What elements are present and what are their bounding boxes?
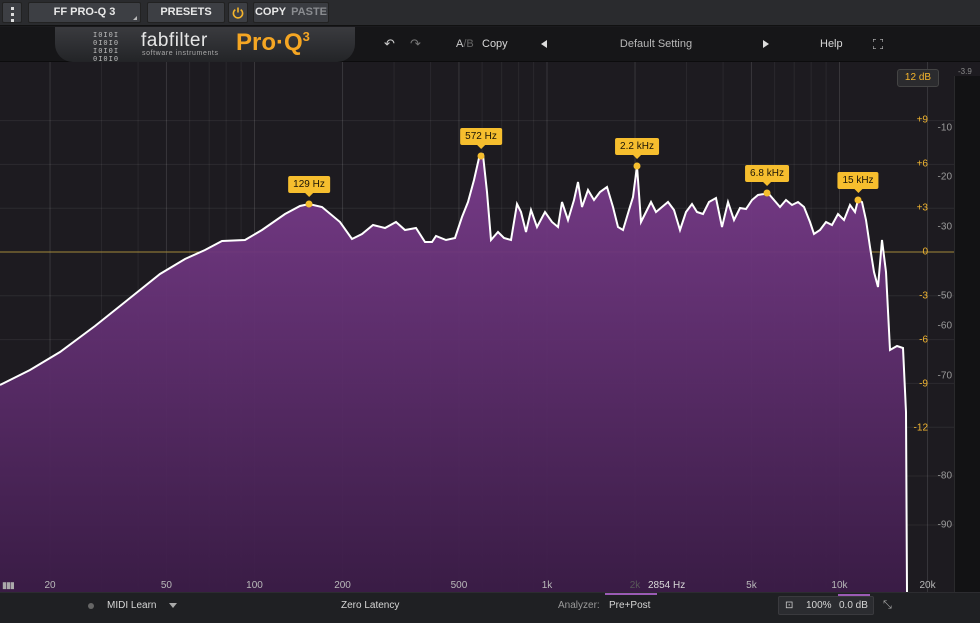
fabfilter-logo-icon: I0I0I 0I0I0 I0I0I 0I0I0 — [93, 31, 120, 63]
copy-paste-group: COPY PASTE — [253, 2, 329, 23]
output-options-icon[interactable]: ⊡ — [785, 600, 793, 611]
analyzer-scale-tick: -50 — [937, 290, 952, 302]
eq-scale-tick: +3 — [916, 202, 928, 214]
band-frequency-label[interactable]: 572 Hz — [460, 128, 502, 149]
analyzer-indicator — [605, 593, 657, 595]
plugin-header: I0I0I 0I0I0 I0I0I 0I0I0 fabfilter software … — [0, 27, 980, 63]
frequency-label: 100 — [246, 580, 263, 591]
product-name: Pro·Q3 — [236, 29, 310, 56]
brand-name: fabfilter — [141, 30, 208, 51]
status-led-icon — [88, 603, 94, 609]
resize-icon[interactable]: ⤡ — [883, 599, 892, 612]
frequency-label: 500 — [450, 580, 468, 591]
eq-scale-tick: -9 — [919, 378, 928, 390]
analyzer-scale-tick: -90 — [937, 519, 952, 531]
zoom-value[interactable]: 100% — [806, 600, 832, 611]
analyzer-scale-tick: -10 — [937, 122, 952, 134]
prev-preset-icon[interactable] — [541, 40, 547, 48]
frequency-label: 50 — [160, 580, 172, 591]
frequency-label: 20k — [919, 580, 936, 591]
eq-band-node[interactable] — [305, 200, 313, 208]
fullscreen-icon[interactable] — [873, 39, 883, 49]
output-gain-value[interactable]: 0.0 dB — [839, 600, 868, 611]
frequency-label: 20 — [44, 580, 56, 591]
brand-subtitle: software instruments — [142, 50, 219, 57]
corner-triangle-icon — [133, 16, 137, 20]
frequency-label: 10k — [831, 580, 848, 591]
ab-toggle[interactable]: A/B — [456, 38, 474, 50]
redo-icon[interactable]: ↷ — [410, 36, 421, 52]
eq-scale-tick: -3 — [919, 290, 928, 302]
frequency-label: 1k — [541, 580, 553, 591]
band-frequency-label[interactable]: 6.8 kHz — [745, 165, 789, 186]
vertical-dots-icon — [10, 7, 14, 10]
next-preset-icon[interactable] — [763, 40, 769, 48]
cursor-frequency: 2854 Hz — [648, 580, 686, 591]
paste-button[interactable]: PASTE — [291, 6, 327, 18]
spectrum-fill — [0, 155, 907, 592]
gain-indicator — [838, 594, 870, 596]
analyzer-mode-button[interactable]: Pre+Post — [609, 600, 650, 611]
eq-scale-tick: +9 — [916, 114, 928, 126]
dropdown-arrow-icon[interactable] — [169, 603, 177, 608]
undo-icon[interactable]: ↶ — [384, 36, 395, 52]
output-meter — [954, 76, 980, 592]
frequency-label: 2k — [629, 580, 641, 591]
display-range-button[interactable]: 12 dB — [897, 69, 939, 87]
plugin-name: FF PRO-Q 3 — [53, 6, 116, 18]
piano-keys-icon[interactable]: ▮▮▮ — [2, 580, 15, 591]
band-frequency-label[interactable]: 15 kHz — [837, 172, 879, 193]
midi-learn-button[interactable]: MIDI Learn — [107, 600, 156, 611]
analyzer-label: Analyzer: — [558, 600, 600, 611]
frequency-label: 5k — [746, 580, 757, 591]
eq-band-node[interactable] — [763, 189, 771, 197]
eq-scale-tick: -12 — [913, 422, 928, 434]
power-button[interactable] — [228, 2, 248, 23]
frequency-label: 200 — [334, 580, 351, 591]
analyzer-scale-tick: -80 — [937, 470, 952, 482]
host-menu-button[interactable] — [2, 2, 22, 23]
preset-name[interactable]: Default Setting — [580, 38, 732, 50]
band-frequency-label[interactable]: 2.2 kHz — [615, 138, 659, 159]
eq-scale-tick: +6 — [916, 158, 928, 170]
power-icon — [232, 7, 244, 19]
plugin-selector[interactable]: FF PRO-Q 3 — [28, 2, 141, 23]
eq-scale-tick: -6 — [919, 334, 928, 346]
bottom-bar: MIDI Learn Zero Latency Analyzer: Pre+Po… — [0, 592, 980, 623]
analyzer-peak-value: -3.9 — [958, 67, 972, 76]
analyzer-scale-tick: -60 — [937, 320, 952, 332]
presets-button[interactable]: PRESETS — [147, 2, 225, 23]
eq-band-node[interactable] — [633, 162, 641, 170]
eq-graph[interactable]: 129 Hz 572 Hz 2.2 kHz 6.8 kHz 15 kHz -3.9 12… — [0, 62, 980, 592]
latency-mode[interactable]: Zero Latency — [341, 600, 399, 611]
eq-scale-tick: 0 — [922, 246, 928, 258]
product-version: 3 — [302, 29, 310, 44]
eq-band-node[interactable] — [854, 196, 862, 204]
logo-plate: I0I0I 0I0I0 I0I0I 0I0I0 fabfilter software … — [55, 27, 355, 63]
copy-button[interactable]: COPY — [255, 6, 286, 18]
analyzer-scale-tick: -30 — [937, 221, 952, 233]
host-toolbar: FF PRO-Q 3 PRESETS COPY PASTE — [0, 0, 980, 26]
ab-copy-button[interactable]: Copy — [482, 38, 508, 50]
analyzer-scale-tick: -70 — [937, 370, 952, 382]
help-button[interactable]: Help — [820, 38, 843, 50]
band-frequency-label[interactable]: 129 Hz — [288, 176, 330, 197]
analyzer-scale-tick: -20 — [937, 171, 952, 183]
eq-band-node[interactable] — [477, 152, 485, 160]
